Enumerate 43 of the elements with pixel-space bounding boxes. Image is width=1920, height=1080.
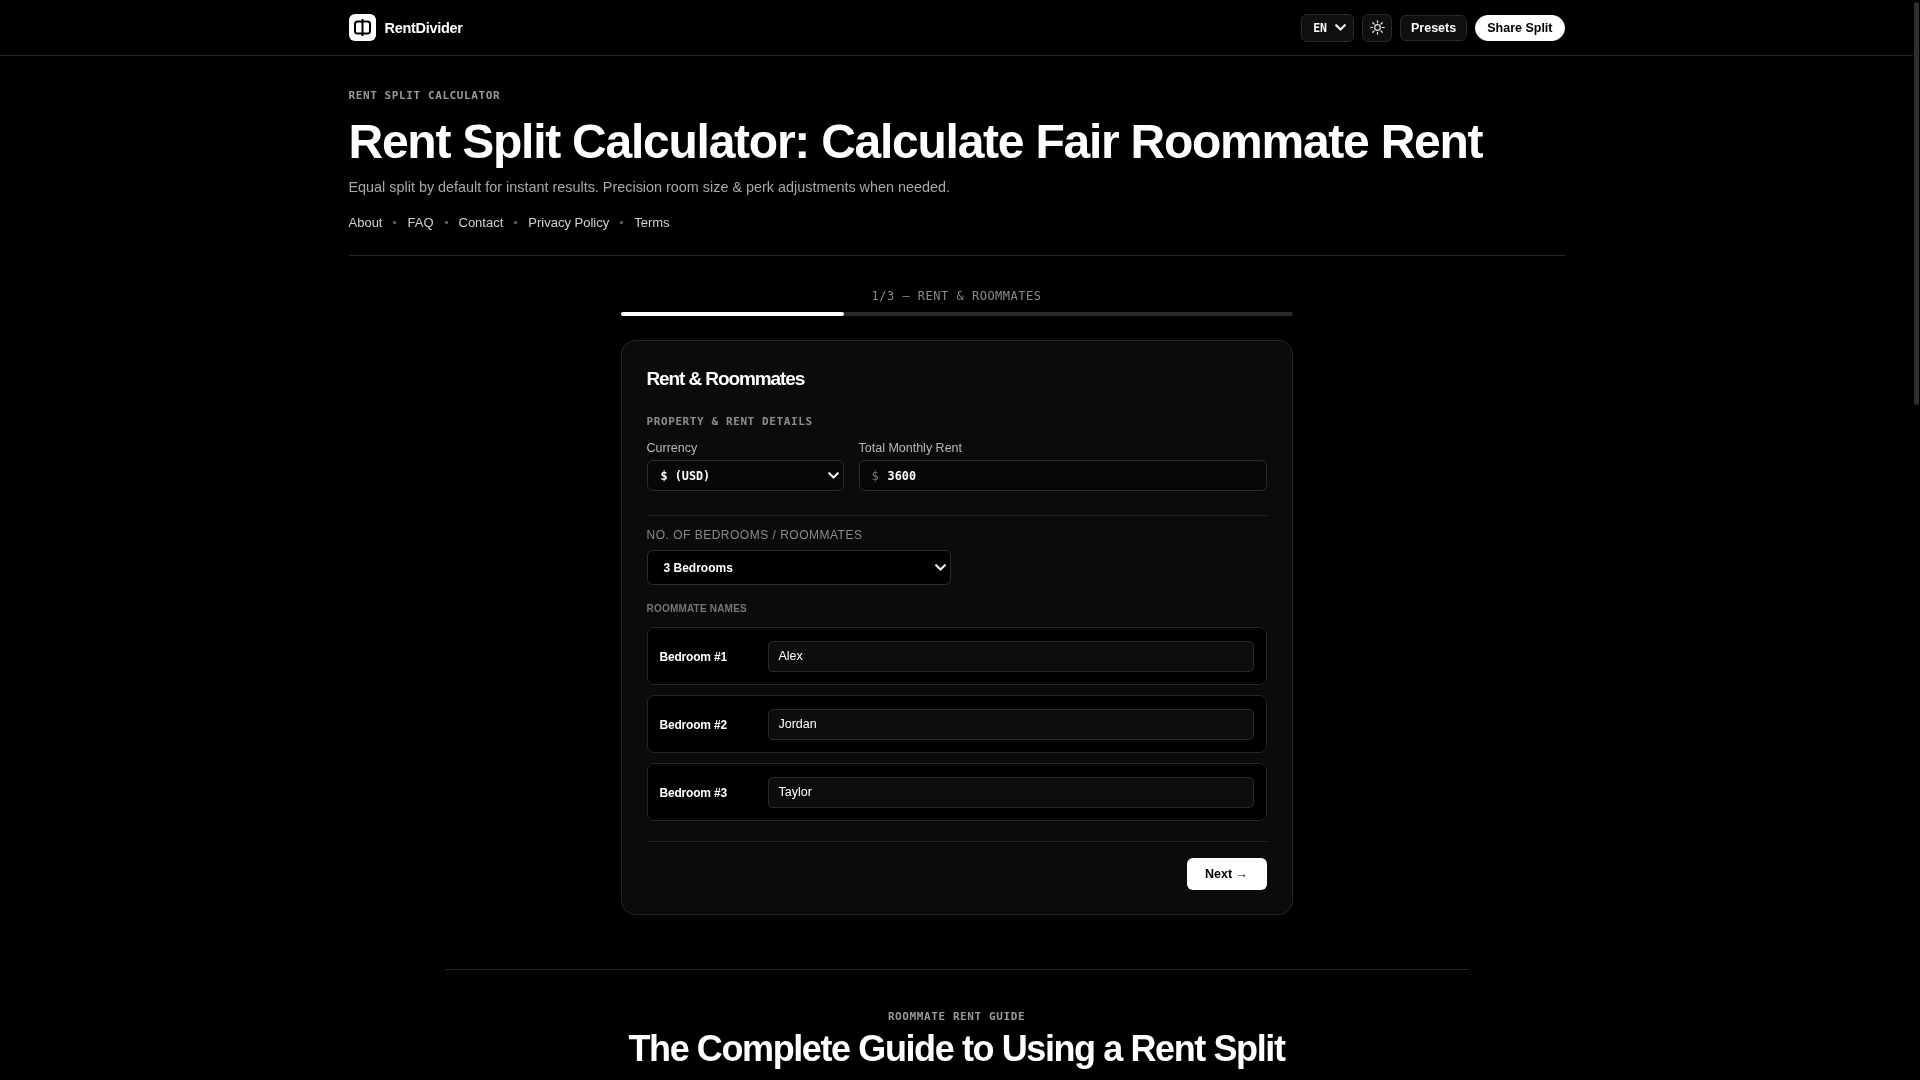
sun-icon [1369, 20, 1385, 35]
field-label: Total Monthly Rent [858, 440, 963, 457]
roommate-name-input[interactable]: Taylor [767, 776, 1254, 808]
separator-dot-icon [620, 221, 624, 225]
share-button[interactable]: Share Split [1475, 14, 1565, 41]
bedrooms-select[interactable]: 3 Bedrooms [646, 550, 951, 586]
bedroom-label: Bedroom #3 [659, 786, 727, 801]
language-select[interactable]: EN [1301, 13, 1354, 42]
page-link[interactable]: Contact [458, 213, 504, 232]
chevron-down-icon [1335, 24, 1346, 31]
separator-dot-icon [444, 221, 448, 225]
page-title: Rent Split Calculator: Calculate Fair Roommate Rent [348, 115, 1483, 169]
brand-name: RentDivider [384, 19, 463, 36]
page-link[interactable]: FAQ [407, 213, 434, 232]
bedroom-label: Bedroom #1 [659, 650, 727, 665]
page-link[interactable]: About [348, 213, 383, 232]
currency-symbol: $ [871, 468, 879, 483]
theme-toggle-button[interactable] [1362, 13, 1392, 42]
separator-dot-icon [514, 221, 518, 225]
logo-icon[interactable] [348, 14, 376, 41]
presets-button[interactable]: Presets [1400, 14, 1468, 41]
roommate-name-input[interactable]: Alex [767, 640, 1254, 672]
chevron-down-icon [934, 564, 946, 572]
page-subtitle: Equal split by default for instant results. Precision room size & perk adjustments when needed. [348, 178, 951, 198]
roommate-name-input[interactable]: Jordan [767, 708, 1254, 740]
scrollbar-thumb[interactable] [1914, 2, 1919, 405]
field-label: NO. OF BEDROOMS / ROOMMATES [646, 527, 863, 544]
page-link[interactable]: Privacy Policy [528, 213, 610, 232]
chevron-down-icon [827, 472, 839, 480]
page-link[interactable]: Terms [634, 213, 670, 232]
page-eyebrow: RENT SPLIT CALCULATOR [348, 89, 501, 103]
field-label: Currency [646, 440, 698, 457]
next-button[interactable]: Next → [1186, 858, 1267, 891]
section-eyebrow: ROOMMATE RENT GUIDE [887, 1010, 1026, 1025]
bedroom-label: Bedroom #2 [659, 718, 727, 733]
section-heading: The Complete Guide to Using a Rent Split [628, 1030, 1285, 1069]
section-label: ROOMMATE NAMES [646, 603, 747, 616]
separator-dot-icon [393, 221, 397, 225]
rent-input[interactable]: $ 3600 [858, 460, 1267, 492]
section-label: PROPERTY & RENT DETAILS [646, 415, 813, 430]
card-title: Rent & Roommates [646, 367, 805, 392]
step-label: 1/3 — RENT & ROOMMATES [871, 287, 1042, 304]
currency-select[interactable]: $ (USD) [646, 460, 844, 492]
